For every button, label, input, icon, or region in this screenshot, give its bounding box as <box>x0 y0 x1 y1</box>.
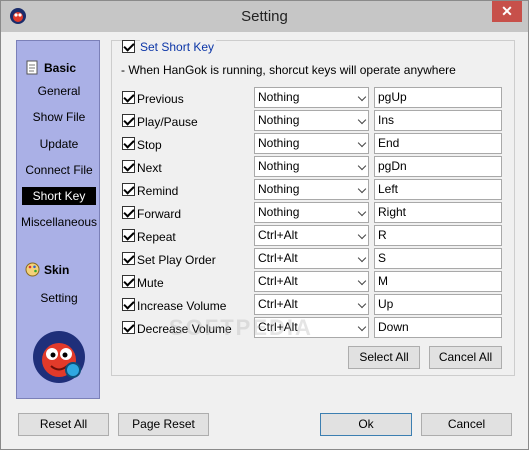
sidebar-item-general[interactable]: General <box>21 82 97 100</box>
chevron-down-icon <box>357 115 367 125</box>
sidebar: Basic General Show File Update Connect F… <box>16 40 100 399</box>
play-pause-checkbox[interactable] <box>122 114 135 127</box>
chevron-down-icon <box>357 276 367 286</box>
sidebar-item-skin-setting[interactable]: Setting <box>21 289 97 307</box>
set-short-key-label: Set Short Key <box>140 40 217 54</box>
palette-icon <box>25 262 40 277</box>
repeat-checkbox[interactable] <box>122 229 135 242</box>
row-label: Set Play Order <box>137 253 216 267</box>
reset-all-button[interactable]: Reset All <box>18 413 109 436</box>
set-short-key-checkbox[interactable] <box>122 40 135 53</box>
key-input[interactable]: Right <box>374 202 502 223</box>
key-input[interactable]: S <box>374 248 502 269</box>
chevron-down-icon <box>357 92 367 102</box>
window-title: Setting <box>241 8 288 25</box>
row-label: Play/Pause <box>137 115 198 129</box>
close-button[interactable]: ✕ <box>492 1 522 22</box>
key-input[interactable]: pgUp <box>374 87 502 108</box>
modifier-select[interactable]: Nothing <box>254 179 369 200</box>
row-label: Increase Volume <box>137 299 227 313</box>
decrease-volume-checkbox[interactable] <box>122 321 135 334</box>
stop-checkbox[interactable] <box>122 137 135 150</box>
chevron-down-icon <box>357 184 367 194</box>
watermark: SOFTPEDIA <box>169 315 313 340</box>
chevron-down-icon <box>357 299 367 309</box>
remind-checkbox[interactable] <box>122 183 135 196</box>
modifier-select[interactable]: Ctrl+Alt <box>254 225 369 246</box>
forward-checkbox[interactable] <box>122 206 135 219</box>
settings-window: Setting ✕ Basic General Show File Update… <box>0 0 529 450</box>
chevron-down-icon <box>357 138 367 148</box>
chevron-down-icon <box>357 230 367 240</box>
sidebar-item-show-file[interactable]: Show File <box>21 108 97 126</box>
row-label: Repeat <box>137 230 176 244</box>
short-key-description: - When HanGok is running, shorcut keys w… <box>121 63 456 77</box>
sidebar-item-update[interactable]: Update <box>21 135 97 153</box>
close-icon: ✕ <box>501 3 513 19</box>
sidebar-basic-label: Basic <box>44 60 77 75</box>
next-checkbox[interactable] <box>122 160 135 173</box>
mute-checkbox[interactable] <box>122 275 135 288</box>
key-input[interactable]: Down <box>374 317 502 338</box>
key-input[interactable]: pgDn <box>374 156 502 177</box>
modifier-select[interactable]: Nothing <box>254 133 369 154</box>
modifier-select[interactable]: Nothing <box>254 156 369 177</box>
key-input[interactable]: Up <box>374 294 502 315</box>
set-play-order-checkbox[interactable] <box>122 252 135 265</box>
sidebar-item-short-key[interactable]: Short Key <box>22 187 96 205</box>
key-input[interactable]: Ins <box>374 110 502 131</box>
modifier-select[interactable]: Nothing <box>254 87 369 108</box>
modifier-select[interactable]: Ctrl+Alt <box>254 271 369 292</box>
row-label: Stop <box>137 138 162 152</box>
cancel-button[interactable]: Cancel <box>421 413 512 436</box>
cancel-all-button[interactable]: Cancel All <box>429 346 502 369</box>
previous-checkbox[interactable] <box>122 91 135 104</box>
modifier-select[interactable]: Ctrl+Alt <box>254 248 369 269</box>
row-label: Remind <box>137 184 179 198</box>
increase-volume-checkbox[interactable] <box>122 298 135 311</box>
modifier-select[interactable]: Ctrl+Alt <box>254 294 369 315</box>
ok-button[interactable]: Ok <box>320 413 412 436</box>
key-input[interactable]: Left <box>374 179 502 200</box>
mascot-logo <box>33 331 85 383</box>
key-input[interactable]: R <box>374 225 502 246</box>
sidebar-item-miscellaneous[interactable]: Miscellaneous <box>21 213 97 231</box>
sidebar-skin-label: Skin <box>44 262 70 277</box>
document-icon <box>26 60 38 75</box>
page-reset-button[interactable]: Page Reset <box>118 413 209 436</box>
title-bar[interactable]: Setting ✕ <box>1 1 528 32</box>
sidebar-item-connect-file[interactable]: Connect File <box>21 161 97 179</box>
chevron-down-icon <box>357 253 367 263</box>
key-input[interactable]: M <box>374 271 502 292</box>
row-label: Mute <box>137 276 164 290</box>
row-label: Forward <box>137 207 182 221</box>
chevron-down-icon <box>357 322 367 332</box>
modifier-select[interactable]: Nothing <box>254 202 369 223</box>
sidebar-section-skin: Skin <box>25 262 69 277</box>
chevron-down-icon <box>357 161 367 171</box>
sidebar-section-basic: Basic <box>25 60 76 75</box>
modifier-select[interactable]: Nothing <box>254 110 369 131</box>
key-input[interactable]: End <box>374 133 502 154</box>
chevron-down-icon <box>357 207 367 217</box>
row-label: Previous <box>137 92 184 106</box>
row-label: Next <box>137 161 162 175</box>
select-all-button[interactable]: Select All <box>348 346 420 369</box>
